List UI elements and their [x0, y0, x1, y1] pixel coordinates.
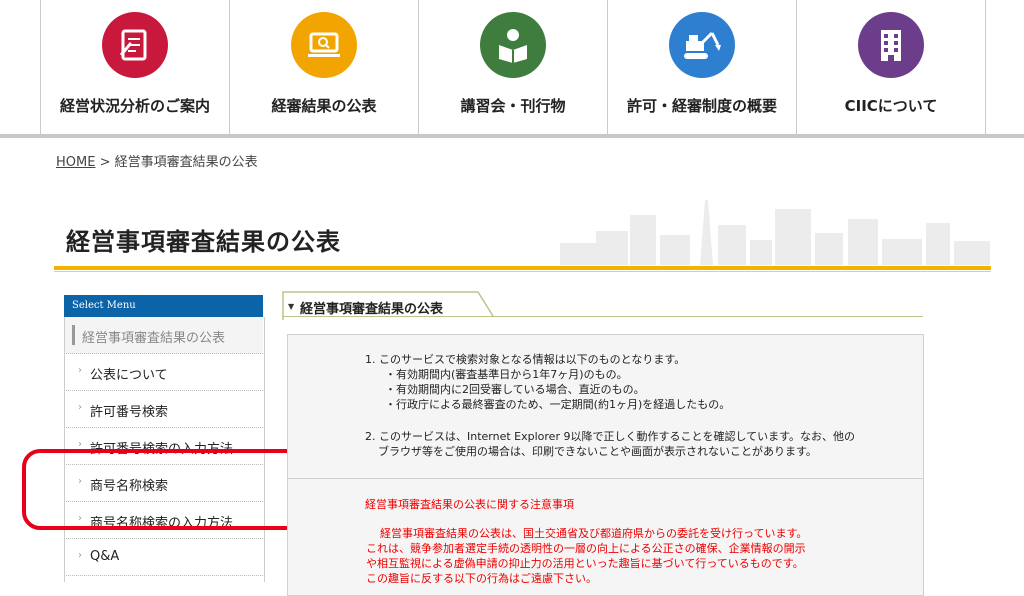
top-navigation: 経営状況分析のご案内 経審結果の公表 講習会・刊行物 許可・経審制度の概要 CI…	[0, 0, 1024, 134]
nav-item-keishin-kekka[interactable]: 経審結果の公表	[230, 0, 419, 134]
tab-label: 経営事項審査結果の公表	[300, 302, 444, 317]
triangle-down-icon: ▼	[288, 302, 295, 311]
highlight-annotation	[22, 449, 308, 530]
city-skyline-icon	[560, 200, 990, 265]
nav-item-ciic[interactable]: CIICについて	[797, 0, 986, 134]
notice-line: 2. このサービスは、Internet Explorer 9以降で正しく動作する…	[365, 430, 856, 443]
nav-item-kyoka-gaiyo[interactable]: 許可・経審制度の概要	[608, 0, 797, 134]
warning-line: これは、競争参加者選定手続の透明性の一層の向上による公正さの確保、企業情報の開示	[366, 542, 806, 555]
breadcrumb-separator: >	[99, 155, 111, 170]
warning-line: や相互監視による虚偽申請の抑止力の活用といった趣旨に基づいて行っているものです。	[366, 557, 804, 570]
breadcrumb: HOME > 経営事項審査結果の公表	[56, 151, 258, 170]
nav-item-label: 許可・経審制度の概要	[626, 97, 777, 115]
notice-line: 1. このサービスで検索対象となる情報は以下のものとなります。	[365, 353, 686, 366]
excavator-icon	[669, 12, 735, 78]
sidebar-item-label: 許可番号検索	[90, 405, 169, 420]
sidebar-item-kohyo-ni-tsuite[interactable]: › 公表について	[64, 354, 263, 391]
sidebar-menu: Select Menu 経営事項審査結果の公表 › 公表について › 許可番号検…	[64, 295, 263, 576]
document-pen-icon	[102, 12, 168, 78]
warning-title: 経営事項審査結果の公表に関する注意事項	[365, 498, 574, 511]
person-reading-icon	[480, 12, 546, 78]
sidebar-item-kyoka-bango-kensaku[interactable]: › 許可番号検索	[64, 391, 263, 428]
sidebar-item-keishin-kohyo[interactable]: 経営事項審査結果の公表	[64, 317, 263, 354]
laptop-search-icon	[291, 12, 357, 78]
current-marker	[72, 325, 75, 345]
warning-line: この趣旨に反する以下の行為はご遠慮下さい。	[366, 572, 597, 585]
content-separator	[287, 478, 924, 479]
warning-line: 経営事項審査結果の公表は、国土交通省及び都道府県からの委託を受け行っています。	[380, 527, 808, 540]
nav-edge	[0, 0, 41, 134]
notice-line: ・有効期間内(審査基準日から1年7ヶ月)のもの。	[385, 368, 628, 381]
breadcrumb-current: 経営事項審査結果の公表	[114, 155, 258, 170]
tab-rule	[282, 316, 923, 317]
chevron-right-icon: ›	[78, 402, 82, 413]
sidebar-item-label: 経営事項審査結果の公表	[82, 331, 226, 346]
sidebar-item-label: 公表について	[90, 368, 168, 383]
nav-item-keiei-bunseki[interactable]: 経営状況分析のご案内	[41, 0, 230, 134]
nav-item-koushukai[interactable]: 講習会・刊行物	[419, 0, 608, 134]
breadcrumb-home-link[interactable]: HOME	[56, 155, 95, 170]
title-underline-thin	[54, 271, 991, 272]
nav-item-label: 講習会・刊行物	[460, 97, 566, 115]
notice-line: ・有効期間内に2回受審している場合、直近のもの。	[385, 383, 645, 396]
sidebar-header: Select Menu	[64, 295, 263, 317]
sidebar-item-label: Q&A	[90, 549, 120, 564]
chevron-right-icon: ›	[78, 365, 82, 376]
building-icon	[858, 12, 924, 78]
nav-item-label: 経営状況分析のご案内	[59, 97, 210, 115]
page-title: 経営事項審査結果の公表	[66, 228, 341, 256]
sidebar-item-qa[interactable]: › Q&A	[64, 539, 263, 576]
nav-item-label: CIICについて	[844, 97, 938, 115]
title-underline	[54, 266, 991, 270]
notice-line: ・行政庁による最終審査のため、一定期間(約1ヶ月)を経過したもの。	[385, 398, 731, 411]
chevron-right-icon: ›	[78, 550, 82, 561]
nav-divider	[0, 134, 1024, 138]
notice-line: ブラウザ等をご使用の場合は、印刷できないことや画面が表示されないことがあります。	[378, 445, 817, 458]
nav-item-label: 経審結果の公表	[271, 97, 377, 115]
